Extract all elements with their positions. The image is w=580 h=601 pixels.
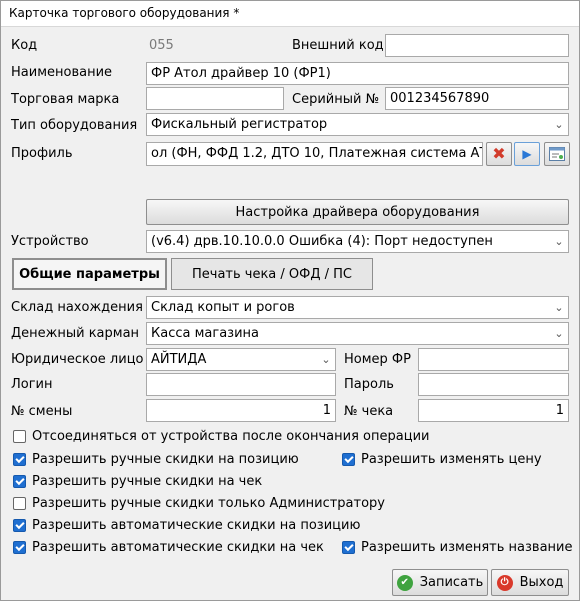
equipment-type-select[interactable]: Фискальный регистратор ⌄ [146,113,569,136]
checkbox-label: Разрешить ручные скидки только Администр… [32,496,385,511]
device-label: Устройство [11,234,89,249]
checkbox-label: Разрешить ручные скидки на чек [32,474,263,489]
shift-number-label: № смены [11,404,73,419]
checkbox-checked[interactable] [13,541,26,554]
delete-x-icon: ✖ [492,144,506,163]
checkbox-checked[interactable] [342,453,355,466]
device-value: (v6.4) дрв.10.10.0.0 Ошибка (4): Порт не… [151,234,493,249]
chevron-down-icon[interactable]: ⌄ [550,114,568,135]
cash-drawer-value: Касса магазина [151,326,259,341]
profile-input[interactable]: ол (ФН, ФФД 1.2, ДТО 10, Платежная систе… [146,142,483,166]
password-input[interactable] [418,373,569,396]
shift-number-input[interactable]: 1 [146,399,336,422]
device-select[interactable]: (v6.4) дрв.10.10.0.0 Ошибка (4): Порт не… [146,230,569,253]
checkmark-icon: ✔ [396,574,413,591]
name-input[interactable]: ФР Атол драйвер 10 (ФР1) [146,62,569,85]
checkbox-label: Отсоединяться от устройства после оконча… [32,429,430,444]
checkbox-checked[interactable] [13,519,26,532]
checkbox-checked[interactable] [342,541,355,554]
save-button[interactable]: ✔ Записать [392,569,488,596]
cash-drawer-select[interactable]: Касса магазина ⌄ [146,322,569,345]
exit-button[interactable]: ⏻ Выход [491,569,569,596]
checkbox-disconnect-after-operation[interactable]: Отсоединяться от устройства после оконча… [13,429,429,444]
checkbox-checked[interactable] [13,453,26,466]
legal-entity-select[interactable]: АЙТИДА ⌄ [146,348,336,371]
play-arrow-icon: ▶ [522,147,532,161]
power-off-icon: ⏻ [496,574,513,591]
checkbox-manual-discount-item[interactable]: Разрешить ручные скидки на позицию [13,452,299,467]
open-profile-button[interactable] [544,142,570,166]
brand-input[interactable] [146,87,284,110]
brand-label: Торговая марка [11,92,120,107]
chevron-down-icon[interactable]: ⌄ [550,231,568,252]
checkbox-allow-change-name[interactable]: Разрешить изменять название [342,540,573,555]
tab-general-params[interactable]: Общие параметры [12,258,167,290]
chevron-down-icon[interactable]: ⌄ [550,323,568,344]
checkbox-label: Разрешить автоматические скидки на чек [32,540,324,555]
checkbox-auto-discount-item[interactable]: Разрешить автоматические скидки на позиц… [13,518,360,533]
serial-label: Серийный № [292,92,380,107]
code-value: 055 [149,38,174,53]
warehouse-value: Склад копыт и рогов [151,300,295,315]
clear-profile-button[interactable]: ✖ [486,142,512,166]
legal-entity-label: Юридическое лицо [11,352,144,367]
chevron-down-icon[interactable]: ⌄ [550,297,568,318]
legal-entity-value: АЙТИДА [151,352,207,367]
login-label: Логин [11,377,53,392]
receipt-number-label: № чека [344,404,394,419]
external-code-label: Внешний код [292,38,384,53]
profile-label: Профиль [11,146,73,161]
name-label: Наименование [11,65,113,80]
checkbox-label: Разрешить автоматические скидки на позиц… [32,518,361,533]
serial-input[interactable]: 001234567890 [385,87,569,110]
receipt-number-input[interactable]: 1 [418,399,569,422]
login-input[interactable] [146,373,336,396]
warehouse-select[interactable]: Склад копыт и рогов ⌄ [146,296,569,319]
code-label: Код [11,38,38,53]
cash-drawer-label: Денежный карман [11,326,140,341]
checkbox-auto-discount-receipt[interactable]: Разрешить автоматические скидки на чек [13,540,324,555]
chevron-down-icon[interactable]: ⌄ [317,349,335,370]
open-form-icon [549,147,565,161]
save-button-label: Записать [419,575,484,590]
checkbox-checked[interactable] [13,475,26,488]
checkbox-label: Разрешить ручные скидки на позицию [32,452,299,467]
checkbox-label: Разрешить изменять цену [361,452,542,467]
equipment-type-value: Фискальный регистратор [151,117,328,132]
external-code-input[interactable] [385,34,569,57]
checkbox-allow-change-price[interactable]: Разрешить изменять цену [342,452,542,467]
exit-button-label: Выход [519,575,564,590]
window-title: Карточка торгового оборудования * [9,6,240,20]
checkbox-manual-discount-admin-only[interactable]: Разрешить ручные скидки только Администр… [13,496,385,511]
fr-number-input[interactable] [418,348,569,371]
checkbox-unchecked[interactable] [13,430,26,443]
select-profile-button[interactable]: ▶ [514,142,540,166]
driver-settings-button[interactable]: Настройка драйвера оборудования [146,199,569,225]
equipment-type-label: Тип оборудования [11,118,138,133]
title-bar: Карточка торгового оборудования * [1,1,579,27]
password-label: Пароль [344,377,394,392]
checkbox-unchecked[interactable] [13,497,26,510]
equipment-card-window: Карточка торгового оборудования * Код 05… [0,0,580,601]
tab-receipt-print-ofd[interactable]: Печать чека / ОФД / ПС [171,258,373,290]
checkbox-manual-discount-receipt[interactable]: Разрешить ручные скидки на чек [13,474,262,489]
checkbox-label: Разрешить изменять название [361,540,573,555]
warehouse-label: Склад нахождения [11,300,143,315]
fr-number-label: Номер ФР [344,352,411,367]
